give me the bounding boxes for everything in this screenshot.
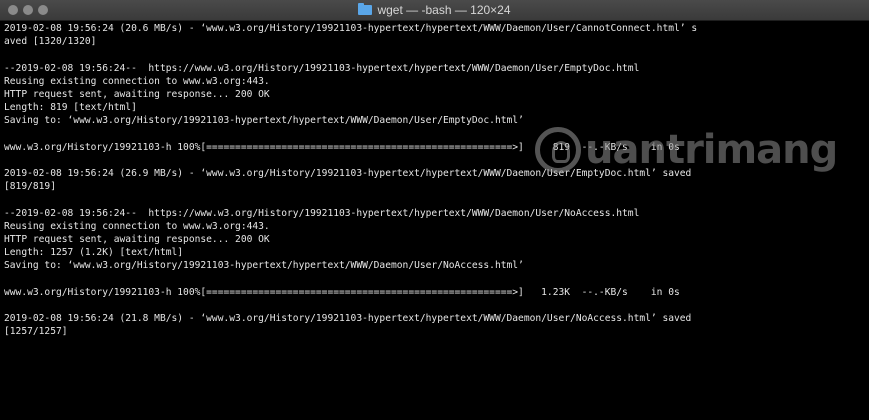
terminal-line: Saving to: ‘www.w3.org/History/19921103-… [4, 115, 524, 127]
terminal-line: www.w3.org/History/19921103-h 100%[=====… [4, 141, 680, 153]
terminal-line: Length: 819 [text/html] [4, 102, 137, 114]
terminal-line: Saving to: ‘www.w3.org/History/19921103-… [4, 260, 524, 272]
terminal-line: Reusing existing connection to www.w3.or… [4, 75, 270, 87]
terminal-line: [1257/1257] [4, 326, 68, 338]
terminal-line: aved [1320/1320] [4, 36, 97, 48]
terminal-line: Length: 1257 (1.2K) [text/html] [4, 247, 184, 259]
window-title-text: wget — -bash — 120×24 [377, 3, 511, 17]
terminal-line: --2019-02-08 19:56:24-- https://www.w3.o… [4, 207, 640, 219]
terminal-window: wget — -bash — 120×24 2019-02-08 19:56:2… [0, 0, 869, 420]
terminal-line: HTTP request sent, awaiting response... … [4, 88, 270, 100]
terminal-output[interactable]: 2019-02-08 19:56:24 (20.6 MB/s) - ‘www.w… [4, 22, 866, 418]
folder-icon [358, 3, 373, 15]
terminal-line: 2019-02-08 19:56:24 (20.6 MB/s) - ‘www.w… [4, 23, 698, 34]
title-bar[interactable]: wget — -bash — 120×24 [0, 0, 869, 21]
terminal-line: [819/819] [4, 181, 56, 193]
terminal-line: --2019-02-08 19:56:24-- https://www.w3.o… [4, 62, 640, 74]
terminal-line: Reusing existing connection to www.w3.or… [4, 220, 270, 232]
terminal-line: 2019-02-08 19:56:24 (26.9 MB/s) - ‘www.w… [4, 168, 692, 180]
terminal-line: HTTP request sent, awaiting response... … [4, 234, 270, 245]
terminal-line: www.w3.org/History/19921103-h 100%[=====… [4, 286, 680, 298]
terminal-line: 2019-02-08 19:56:24 (21.8 MB/s) - ‘www.w… [4, 313, 692, 325]
window-title: wget — -bash — 120×24 [0, 0, 869, 20]
